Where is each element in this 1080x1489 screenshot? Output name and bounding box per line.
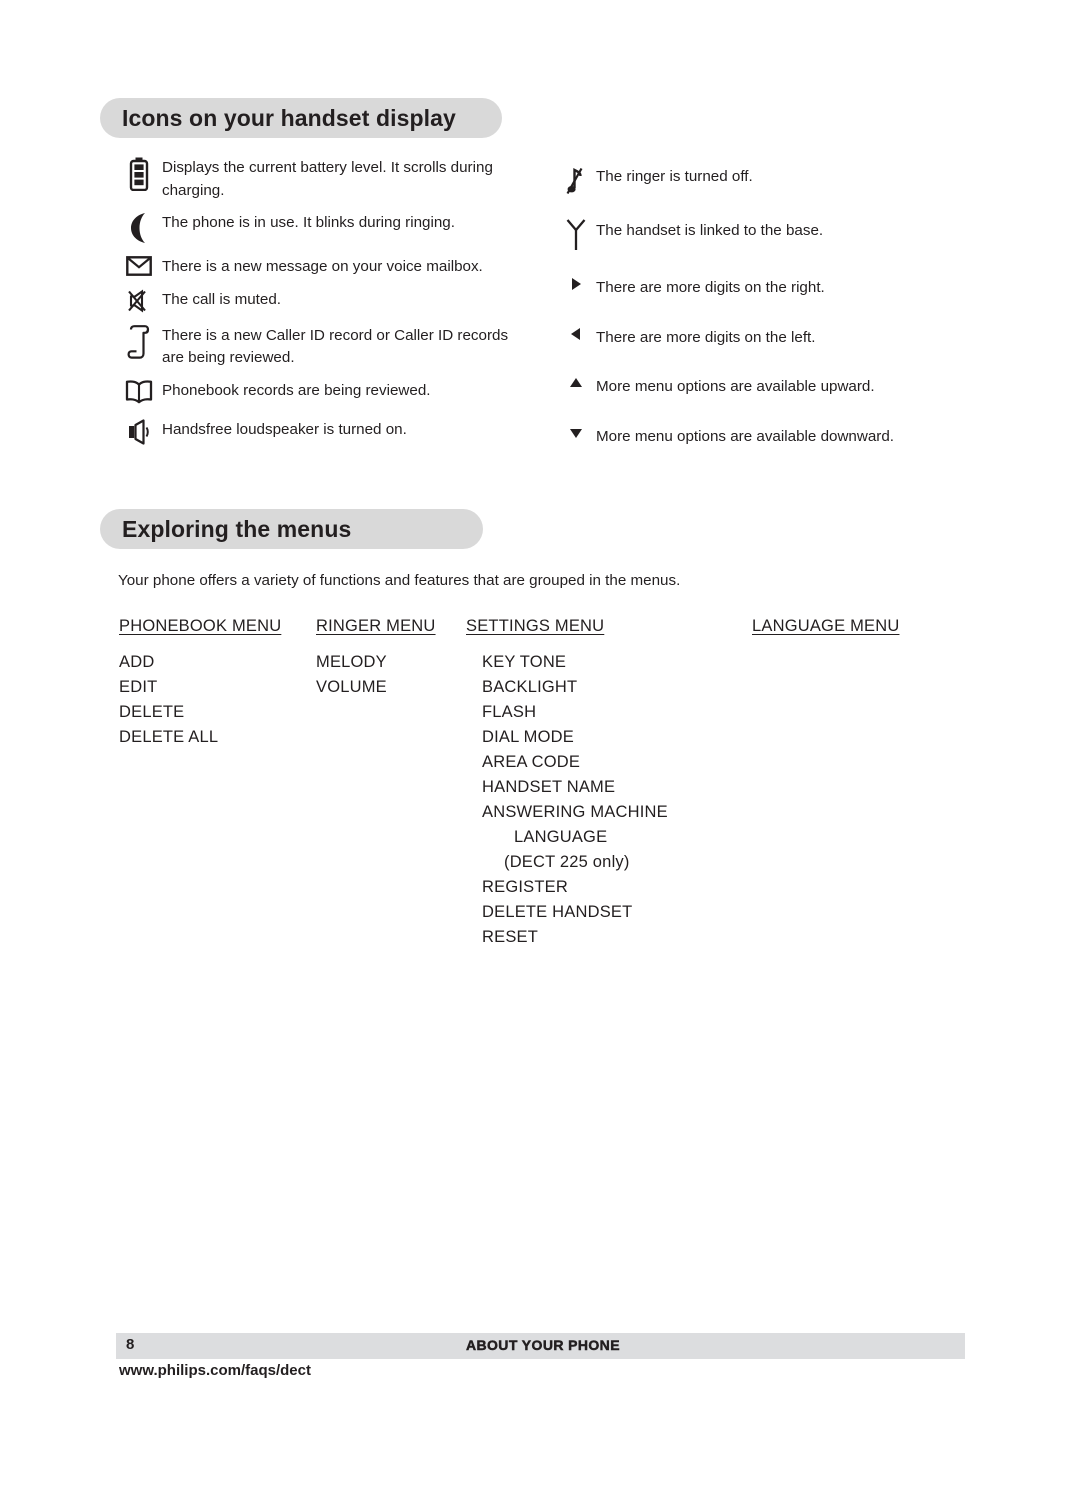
menu-item[interactable]: VOLUME	[316, 675, 436, 700]
menu-column-phonebook: PHONEBOOK MENU ADD EDIT DELETE DELETE AL…	[119, 617, 281, 750]
arrow-right-icon	[556, 274, 596, 292]
ringer-off-icon	[556, 163, 596, 197]
legend-description: There is a new message on your voice mai…	[162, 258, 483, 276]
menu-item[interactable]: DELETE ALL	[119, 725, 281, 750]
battery-icon	[116, 155, 162, 191]
menu-item[interactable]: HANDSET NAME	[482, 775, 668, 800]
menu-item[interactable]: LANGUAGE	[482, 825, 668, 850]
loudspeaker-icon	[116, 417, 162, 445]
menu-column-settings: SETTINGS MENU KEY TONE BACKLIGHT FLASH D…	[466, 617, 668, 950]
footer-section-title: ABOUT YOUR PHONE	[466, 1337, 620, 1354]
legend-row: More menu options are available downward…	[556, 423, 956, 449]
legend-row: Displays the current battery level. It s…	[116, 155, 536, 202]
menu-item[interactable]: REGISTER	[482, 875, 668, 900]
caller-id-scroll-icon	[116, 323, 162, 359]
menu-item[interactable]: RESET	[482, 925, 668, 950]
legend-description: There are more digits on the right.	[596, 279, 825, 296]
legend-row: More menu options are available upward.	[556, 373, 956, 399]
menu-item[interactable]: FLASH	[482, 700, 668, 725]
menu-item-list: ADD EDIT DELETE DELETE ALL	[119, 650, 281, 750]
legend-description: More menu options are available upward.	[596, 378, 875, 396]
mute-icon	[116, 287, 162, 313]
phonebook-icon	[116, 378, 162, 404]
menu-overview-table: PHONEBOOK MENU ADD EDIT DELETE DELETE AL…	[0, 617, 1080, 977]
legend-description: Handsfree loudspeaker is turned on.	[162, 420, 407, 438]
menu-item[interactable]: DIAL MODE	[482, 725, 668, 750]
legend-row: There is a new Caller ID record or Calle…	[116, 323, 536, 370]
legend-row: There is a new message on your voice mai…	[116, 254, 536, 279]
icon-legend-left-column: Displays the current battery level. It s…	[116, 155, 536, 451]
legend-description: The handset is linked to the base.	[596, 222, 824, 239]
menu-item[interactable]: DELETE	[119, 700, 281, 725]
icon-legend-right-column: The ringer is turned off. The handset is…	[556, 155, 956, 471]
legend-row: Handsfree loudspeaker is turned on.	[116, 417, 536, 445]
legend-row: Phonebook records are being reviewed.	[116, 378, 536, 404]
menu-item[interactable]: KEY TONE	[482, 650, 668, 675]
legend-description: The ringer is turned off.	[596, 168, 753, 185]
menu-item-list: MELODY VOLUME	[316, 650, 436, 700]
legend-description: The phone is in use. It blinks during ri…	[162, 214, 455, 232]
legend-description: Phonebook records are being reviewed.	[162, 381, 431, 399]
menu-item[interactable]: MELODY	[316, 650, 436, 675]
menu-item-note: (DECT 225 only)	[504, 853, 630, 871]
footer-url: www.philips.com/faqs/dect	[119, 1362, 311, 1379]
menu-item[interactable]: BACKLIGHT	[482, 675, 668, 700]
menu-column-language: LANGUAGE MENU	[752, 617, 899, 650]
legend-description: Displays the current battery level. It s…	[162, 159, 493, 199]
menu-item[interactable]: EDIT	[119, 675, 281, 700]
menu-item[interactable]: AREA CODE	[482, 750, 668, 775]
menu-column-title: RINGER MENU	[316, 617, 436, 635]
menu-column-title: PHONEBOOK MENU	[119, 617, 282, 635]
legend-row: There are more digits on the right.	[556, 274, 956, 300]
legend-row: There are more digits on the left.	[556, 324, 956, 350]
arrow-down-icon	[556, 423, 596, 441]
legend-row: The call is muted.	[116, 287, 536, 313]
antenna-link-icon	[556, 217, 596, 251]
menu-column-title: LANGUAGE MENU	[752, 617, 900, 635]
document-page: Icons on your handset display Displays t…	[0, 0, 1080, 1489]
voicemail-envelope-icon	[116, 254, 162, 277]
menu-item-list: KEY TONE BACKLIGHT FLASH DIAL MODE AREA …	[466, 650, 668, 950]
section-heading-menus-label: Exploring the menus	[122, 515, 352, 542]
legend-description: The call is muted.	[162, 290, 282, 308]
menu-item[interactable]: ADD	[119, 650, 281, 675]
menu-column-title: SETTINGS MENU	[466, 617, 605, 635]
legend-description: There is a new Caller ID record or Calle…	[162, 326, 509, 367]
section-heading-icons: Icons on your handset display	[100, 98, 502, 138]
menu-item[interactable]: ANSWERING MACHINE	[482, 800, 668, 825]
footer-page-number: 8	[126, 1336, 135, 1353]
legend-row: The phone is in use. It blinks during ri…	[116, 210, 536, 244]
legend-row: The handset is linked to the base.	[556, 217, 956, 251]
arrow-left-icon	[556, 324, 596, 342]
arrow-up-icon	[556, 373, 596, 391]
menu-column-ringer: RINGER MENU MELODY VOLUME	[316, 617, 436, 700]
section-heading-menus: Exploring the menus	[100, 509, 483, 549]
menu-item[interactable]: DELETE HANDSET	[482, 900, 668, 925]
section-heading-icons-label: Icons on your handset display	[122, 104, 456, 131]
menus-intro-paragraph: Your phone offers a variety of functions…	[118, 572, 681, 589]
handset-in-use-icon	[116, 210, 162, 244]
legend-row: The ringer is turned off.	[556, 163, 956, 197]
legend-description: More menu options are available downward…	[596, 427, 895, 445]
legend-description: There are more digits on the left.	[596, 328, 816, 346]
